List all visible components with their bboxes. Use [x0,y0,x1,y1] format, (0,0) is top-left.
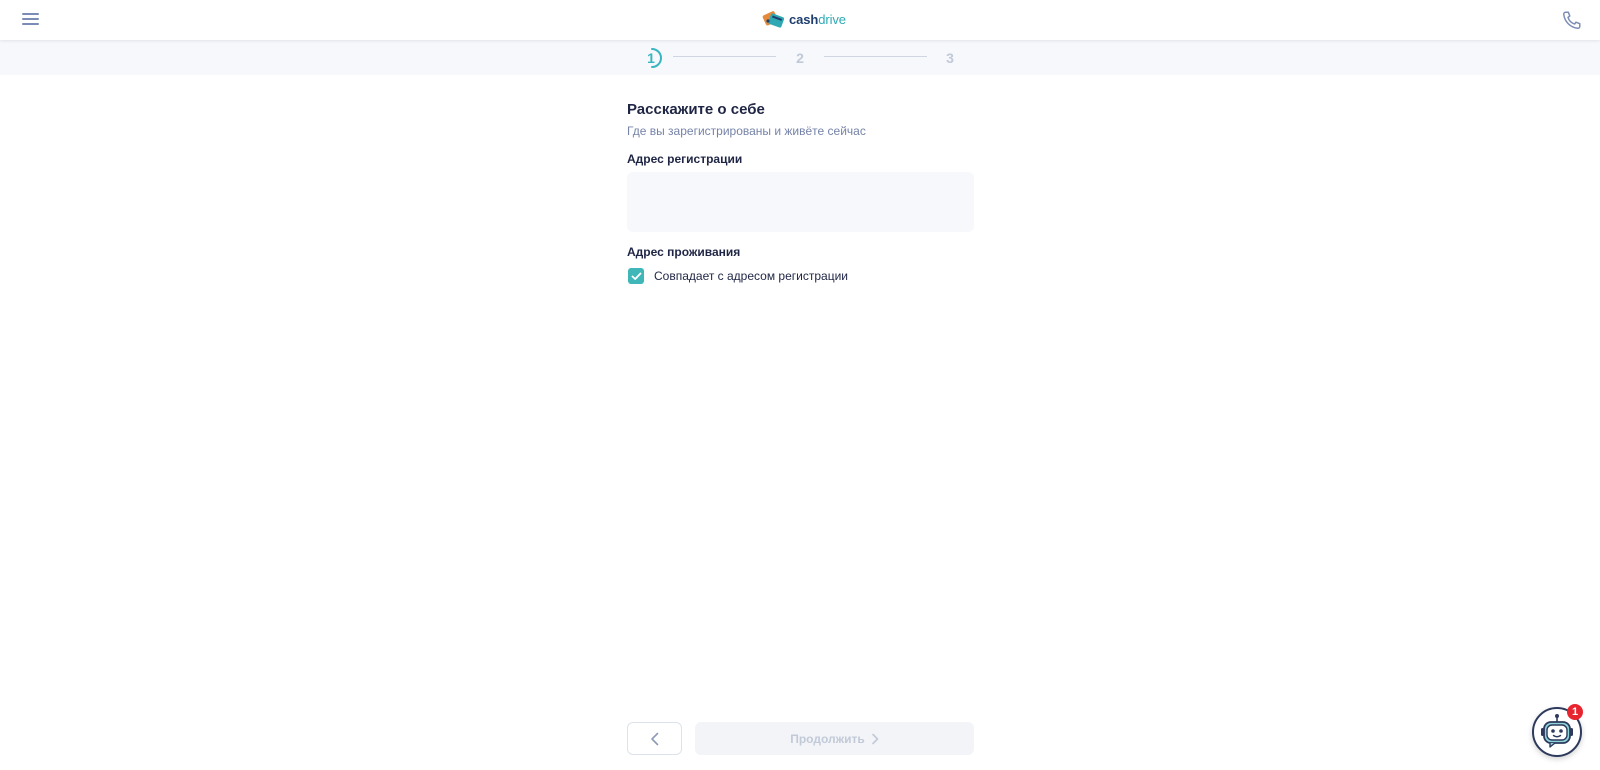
continue-button-label: Продолжить [790,731,865,746]
back-button[interactable] [627,722,682,755]
checkmark-icon [631,272,641,280]
same-address-checkbox-label: Совпадает с адресом регистрации [654,269,848,283]
step-3: 3 [946,50,954,66]
step-2: 2 [796,50,804,66]
page-title: Расскажите о себе [627,101,765,118]
step-connector-1 [673,56,776,57]
residence-address-label: Адрес проживания [627,245,741,259]
chevron-left-icon [650,732,658,745]
same-address-checkbox[interactable] [628,268,644,284]
continue-button[interactable]: Продолжить [695,722,974,755]
registration-address-label: Адрес регистрации [627,152,743,166]
logo-text: cashdrive [789,10,846,30]
phone-icon[interactable] [1561,9,1583,31]
step-1: 1 [647,50,655,66]
logo-text-drive: drive [818,12,846,27]
logo-text-cash: cash [789,12,819,27]
logo-icon [762,11,785,28]
hamburger-menu-icon[interactable] [21,10,41,30]
registration-address-input[interactable] [627,172,974,232]
chevron-right-icon [871,733,879,744]
step-connector-2 [824,56,927,57]
top-header: cashdrive [0,0,1600,40]
same-address-checkbox-row[interactable]: Совпадает с адресом регистрации [628,268,848,284]
chat-notification-badge: 1 [1567,704,1583,720]
page-subtitle: Где вы зарегистрированы и живёте сейчас [627,124,866,138]
logo[interactable]: cashdrive [762,8,846,32]
